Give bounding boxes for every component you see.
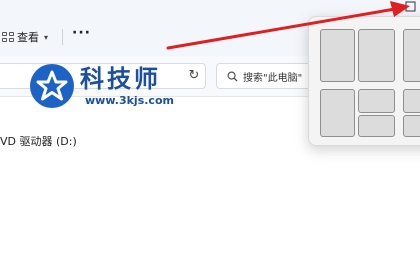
search-placeholder: 搜索"此电脑" [243,72,303,84]
snap-zone-column[interactable] [403,29,420,82]
search-icon [227,71,238,82]
snap-zone-bottom-corner[interactable] [403,115,420,137]
snap-zone-top-right[interactable] [358,89,395,113]
watermark-url: www.3kjs.com [85,94,174,107]
snap-zone-bottom-right[interactable] [358,115,395,137]
snap-zone-left[interactable] [320,89,355,137]
view-icon [2,32,14,42]
view-label: 查看 [17,31,39,44]
watermark-logo: 科技师 www.3kjs.com [30,64,180,116]
star-logo-icon [30,64,74,108]
watermark-title: 科技师 [80,65,161,93]
toolbar-divider [62,29,63,45]
more-options-button[interactable]: ··· [72,25,91,41]
drive-item[interactable]: VD 驱动器 (D:) [0,133,77,149]
view-button[interactable]: 查看 ▾ [2,26,48,48]
chevron-down-icon: ▾ [44,32,49,42]
snap-layouts-flyout [308,16,420,146]
snap-zone-top-corner[interactable] [403,89,420,113]
maximize-button[interactable] [400,0,420,14]
snap-zone-right-half[interactable] [358,29,395,82]
refresh-icon[interactable]: ↻ [186,68,202,84]
snap-zone-left-half[interactable] [320,29,355,82]
